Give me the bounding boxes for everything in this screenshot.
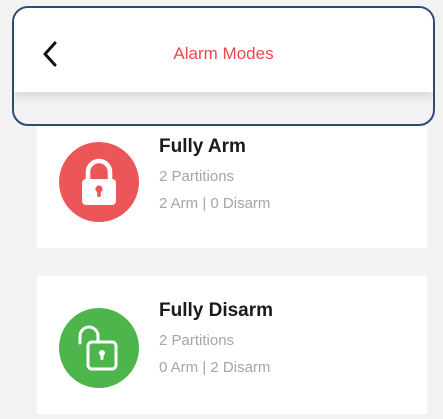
lock-closed-icon xyxy=(82,158,116,205)
mode-title: Fully Disarm xyxy=(159,300,274,321)
lock-open-icon xyxy=(78,325,118,371)
mode-partitions: 2 Partitions xyxy=(159,332,235,349)
mode-card-fully-arm[interactable]: Fully Arm 2 Partitions 2 Arm | 0 Disarm xyxy=(37,110,427,248)
mode-status: 2 Arm | 0 Disarm xyxy=(159,195,271,212)
mode-card-fully-disarm[interactable]: Fully Disarm 2 Partitions 0 Arm | 2 Disa… xyxy=(37,276,427,414)
fully-arm-icon-badge xyxy=(59,142,139,222)
mode-status: 0 Arm | 2 Disarm xyxy=(159,359,271,376)
header: Alarm Modes xyxy=(12,6,435,126)
fully-arm-text: Fully Arm 2 Partitions 2 Arm | 0 Disarm xyxy=(159,136,270,222)
fully-disarm-icon-badge xyxy=(59,308,139,388)
mode-title: Fully Arm xyxy=(159,136,246,157)
mode-partitions: 2 Partitions xyxy=(159,168,235,185)
page-title: Alarm Modes xyxy=(173,44,274,63)
header-bar: Alarm Modes xyxy=(14,8,433,92)
fully-disarm-text: Fully Disarm 2 Partitions 0 Arm | 2 Disa… xyxy=(159,300,273,386)
alarm-modes-screen: Alarm Modes Fully Arm 2 Partitions 2 Arm… xyxy=(0,0,443,419)
